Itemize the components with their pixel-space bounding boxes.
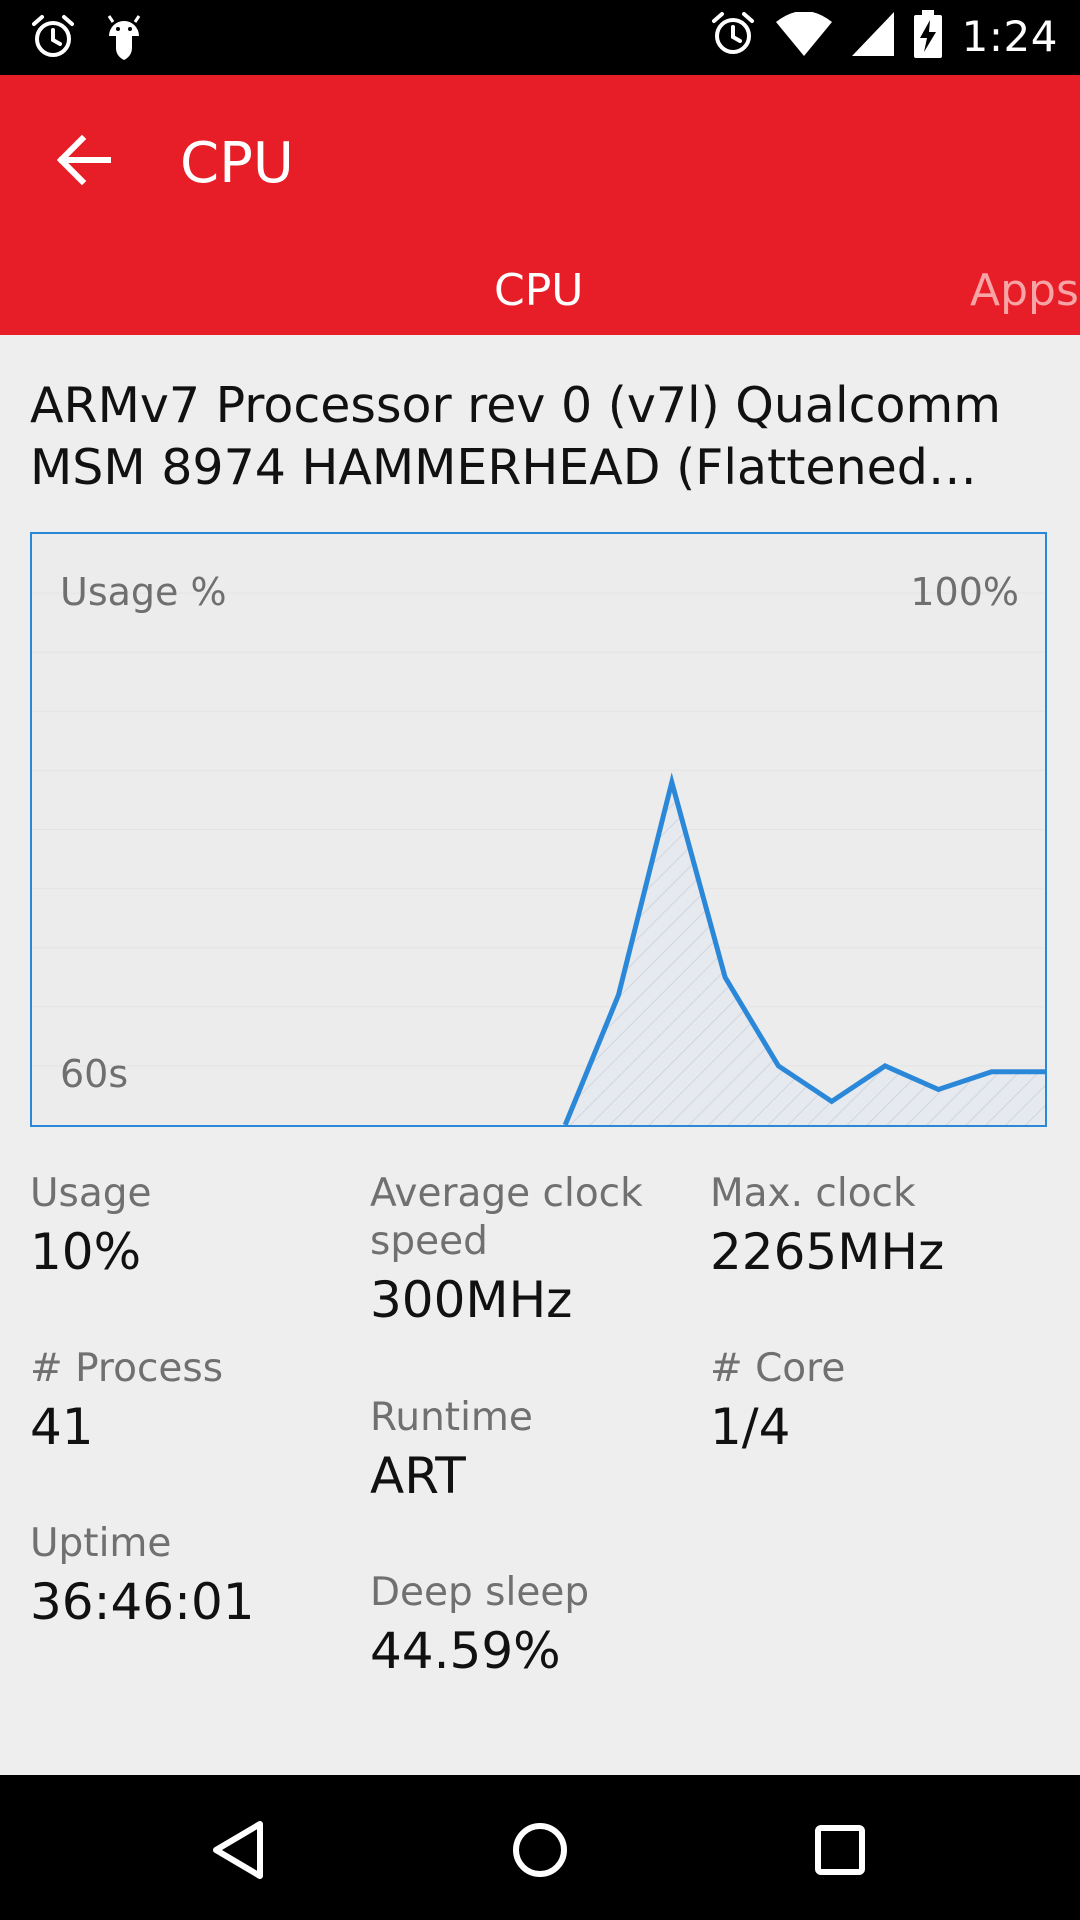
back-icon (213, 1821, 263, 1879)
metric-uptime: Uptime 36:46:01 (30, 1520, 330, 1636)
metric-value: ART (370, 1447, 466, 1505)
cell-signal-icon (851, 12, 894, 60)
metric-value: 1/4 (710, 1398, 791, 1456)
navigation-bar (0, 1775, 1080, 1920)
status-right-icons: 1:24 (710, 10, 1058, 62)
metric-value: 44.59% (370, 1622, 561, 1680)
metric-value: 2265MHz (710, 1223, 945, 1281)
metric-value: 41 (30, 1398, 94, 1456)
chart-time-label: 60s (60, 1052, 129, 1096)
battery-charging-icon (913, 10, 942, 62)
metric-max-clock: Max. clock 2265MHz (710, 1170, 1010, 1286)
nav-home-button[interactable] (500, 1810, 580, 1890)
metric-label: Runtime (370, 1395, 533, 1440)
content: ARMv7 Processor rev 0 (v7l) Qualcomm MSM… (0, 335, 1080, 1775)
chart-max-label: 100% (910, 570, 1019, 614)
metric-label: Max. clock (710, 1171, 916, 1216)
metric-label: Uptime (30, 1521, 172, 1566)
metric-usage: Usage 10% (30, 1170, 330, 1286)
status-left-icons (30, 14, 144, 66)
metric-process: # Process 41 (30, 1345, 330, 1461)
arrow-back-icon (56, 134, 111, 186)
android-debug-icon (104, 14, 144, 66)
nav-recents-button[interactable] (800, 1810, 880, 1890)
alarm-icon (30, 14, 76, 66)
metric-core: # Core 1/4 (710, 1345, 1010, 1461)
recents-icon (815, 1825, 865, 1875)
usage-chart-svg (32, 592, 1045, 1125)
tab-cpu[interactable]: CPU (494, 265, 583, 316)
status-time: 1:24 (961, 11, 1058, 61)
metric-deep-sleep: Deep sleep 44.59% (370, 1569, 670, 1685)
status-bar: 1:24 (0, 0, 1080, 75)
metric-label: # Process (30, 1346, 224, 1391)
usage-chart: Usage % 100% 60s (30, 532, 1047, 1127)
metric-value: 10% (30, 1223, 142, 1281)
metric-runtime: Runtime ART (370, 1394, 670, 1510)
processor-name: ARMv7 Processor rev 0 (v7l) Qualcomm MSM… (30, 377, 1001, 496)
back-button[interactable] (50, 125, 120, 195)
metric-label: Usage (30, 1171, 152, 1216)
page-title: CPU (180, 131, 294, 196)
nav-back-button[interactable] (200, 1810, 280, 1890)
tab-apps[interactable]: Apps (970, 265, 1079, 316)
app-bar: CPU CPU Apps (0, 75, 1080, 335)
chart-title: Usage % (60, 570, 227, 614)
usage-area (565, 782, 1045, 1125)
metric-label: # Core (710, 1346, 846, 1391)
home-icon (513, 1823, 567, 1877)
alarm-icon (710, 11, 756, 61)
metric-average-clock: Average clock speed 300MHz (370, 1170, 670, 1334)
metric-value: 300MHz (370, 1271, 573, 1329)
metric-label: Average clock speed (370, 1171, 643, 1264)
wifi-icon (775, 11, 832, 60)
metric-label: Deep sleep (370, 1570, 590, 1615)
metric-value: 36:46:01 (30, 1573, 255, 1631)
